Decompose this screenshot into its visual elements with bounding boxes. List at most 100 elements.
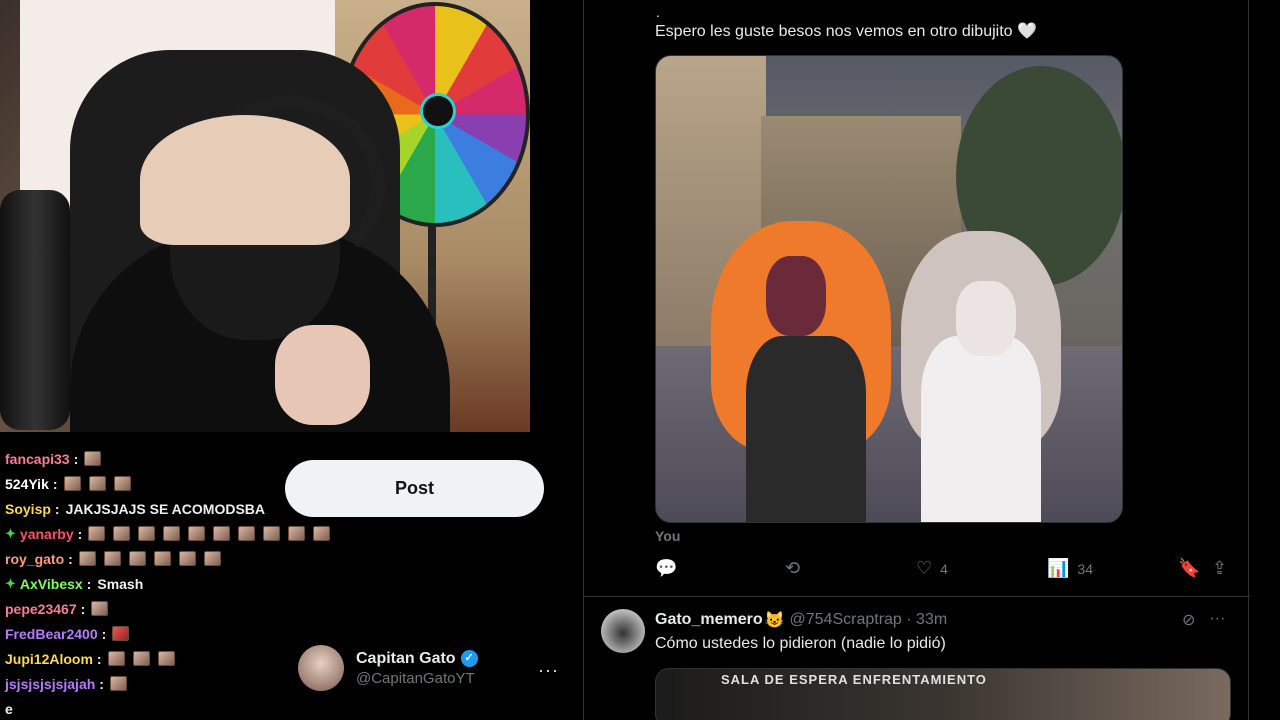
profile-name: Capitan Gato	[356, 649, 456, 667]
chat-separator: :	[52, 475, 58, 492]
chat-emote-icon	[263, 526, 281, 541]
more-options-icon[interactable]: ···	[1209, 610, 1225, 630]
avatar[interactable]	[601, 609, 645, 653]
video-overlay-text: SALA DE ESPERA ENFRENTAMIENTO	[721, 672, 987, 687]
chat-emote-icon	[128, 551, 146, 566]
chat-separator: :	[80, 600, 86, 617]
webcam-feed	[0, 0, 530, 432]
like-count: 4	[940, 560, 948, 577]
more-options-icon[interactable]: ···	[538, 660, 559, 681]
account-switcher[interactable]: Capitan Gato ✓ @CapitanGatoYT	[298, 645, 478, 691]
tweet-text-dot: .	[656, 4, 660, 20]
chat-username[interactable]: roy_gato	[5, 551, 64, 567]
chat-emote-icon	[113, 476, 131, 491]
like-button[interactable]: ♡ 4	[916, 558, 948, 579]
subscriber-badge-icon: ✦	[5, 525, 16, 541]
chat-separator: :	[99, 675, 104, 692]
chat-emote-icon	[163, 526, 181, 541]
views-button[interactable]: 📊 34	[1047, 558, 1093, 579]
chat-separator: :	[96, 650, 102, 667]
author-emoji: 😺	[764, 612, 785, 629]
tweet-text: Espero les guste besos nos vemos en otro…	[655, 23, 1037, 40]
chat-separator: :	[73, 450, 79, 467]
chat-emote-icon	[288, 526, 306, 541]
profile-name-row: Capitan Gato ✓	[356, 650, 478, 668]
streamer-hand	[275, 325, 370, 425]
chat-emote-icon	[91, 601, 109, 616]
bookmark-button[interactable]: 🔖	[1178, 558, 1208, 579]
chat-emote-icon	[107, 651, 125, 666]
chat-username[interactable]: Soyisp	[5, 501, 51, 517]
reply-button[interactable]: 💬	[655, 558, 685, 579]
tweet-video[interactable]: SALA DE ESPERA ENFRENTAMIENTO	[655, 668, 1231, 720]
image-character-right-face	[956, 281, 1016, 356]
chat-emote-icon	[178, 551, 196, 566]
chat-emote-icon	[238, 526, 256, 541]
chat-username[interactable]: fancapi33	[5, 451, 70, 467]
chat-username[interactable]: AxVibesx	[20, 576, 83, 592]
bookmark-icon: 🔖	[1178, 558, 1201, 578]
share-icon: ⇪	[1212, 558, 1228, 578]
chat-text: JAKJSJAJS SE ACOMODSBA	[65, 500, 265, 517]
chat-username[interactable]: FredBear2400	[5, 626, 98, 642]
post-button[interactable]: Post	[285, 460, 544, 517]
chat-message: FredBear2400:	[0, 621, 440, 646]
microphone	[0, 190, 70, 430]
chat-emote-icon	[188, 526, 206, 541]
chat-separator: :	[54, 500, 60, 517]
chat-emote-icon	[109, 676, 127, 691]
chat-emote-icon	[78, 551, 96, 566]
streamer-cap	[140, 115, 350, 245]
timeline: . Espero les guste besos nos vemos en ot…	[583, 0, 1250, 720]
author-name[interactable]: Gato_memero	[655, 611, 763, 629]
tweet-actions: 💬 ⟲ ♡ 4 📊 34 🔖 ⇪	[655, 558, 1235, 582]
chat-username[interactable]: Jupi12Aloom	[5, 651, 93, 667]
image-character-left-body	[746, 336, 866, 522]
chat-username[interactable]: jsjsjsjsjsjajah	[5, 676, 95, 692]
tweet-divider	[584, 596, 1250, 597]
chat-emote-icon	[153, 551, 171, 566]
profile-handle: @CapitanGatoYT	[356, 669, 475, 687]
chat-separator: :	[86, 575, 92, 592]
heart-icon: ♡	[916, 558, 933, 578]
chat-emote-icon	[88, 526, 106, 541]
views-count: 34	[1077, 560, 1093, 577]
repost-button[interactable]: ⟲	[785, 558, 808, 579]
chat-emote-icon	[103, 551, 121, 566]
image-caption: You	[655, 528, 681, 544]
share-button[interactable]: ⇪	[1212, 558, 1235, 579]
chat-emote-icon	[157, 651, 175, 666]
chat-emote-icon	[113, 526, 131, 541]
chat-emote-icon	[132, 651, 150, 666]
chat-separator: :	[101, 625, 107, 642]
chat-emote-icon	[203, 551, 221, 566]
views-icon: 📊	[1047, 558, 1070, 578]
chat-text: Smash	[97, 575, 144, 592]
chat-message: pepe23467:	[0, 596, 440, 621]
image-character-left-face	[766, 256, 826, 336]
repost-icon: ⟲	[785, 558, 801, 578]
chat-message: roy_gato:	[0, 546, 440, 571]
author-handle[interactable]: @754Scraptrap · 33m	[790, 611, 948, 629]
chat-username[interactable]: pepe23467	[5, 601, 77, 617]
chat-message-partial: e	[5, 700, 13, 717]
chat-message: ✦ yanarby:	[0, 521, 440, 546]
tweet-header-actions: ⊘ ···	[1182, 610, 1225, 630]
chat-emote-icon	[88, 476, 106, 491]
chat-separator: :	[68, 550, 73, 567]
tweet-image[interactable]	[655, 55, 1123, 523]
prize-wheel-center	[420, 93, 456, 129]
chat-emote-icon	[84, 451, 102, 466]
image-character-right-body	[921, 336, 1041, 522]
chat-emote-icon	[63, 476, 81, 491]
grok-icon[interactable]: ⊘	[1182, 610, 1195, 630]
tweet-header: Gato_memero 😺 @754Scraptrap · 33m	[655, 610, 947, 630]
chat-username[interactable]: 524Yik	[5, 476, 49, 492]
chat-emote-icon	[112, 626, 130, 641]
reply-icon: 💬	[655, 558, 678, 578]
tweet-text: Cómo ustedes lo pidieron (nadie lo pidió…	[655, 635, 946, 652]
chat-username[interactable]: yanarby	[20, 526, 74, 542]
avatar	[298, 645, 344, 691]
chat-emote-icon	[313, 526, 331, 541]
chat-emote-icon	[213, 526, 231, 541]
